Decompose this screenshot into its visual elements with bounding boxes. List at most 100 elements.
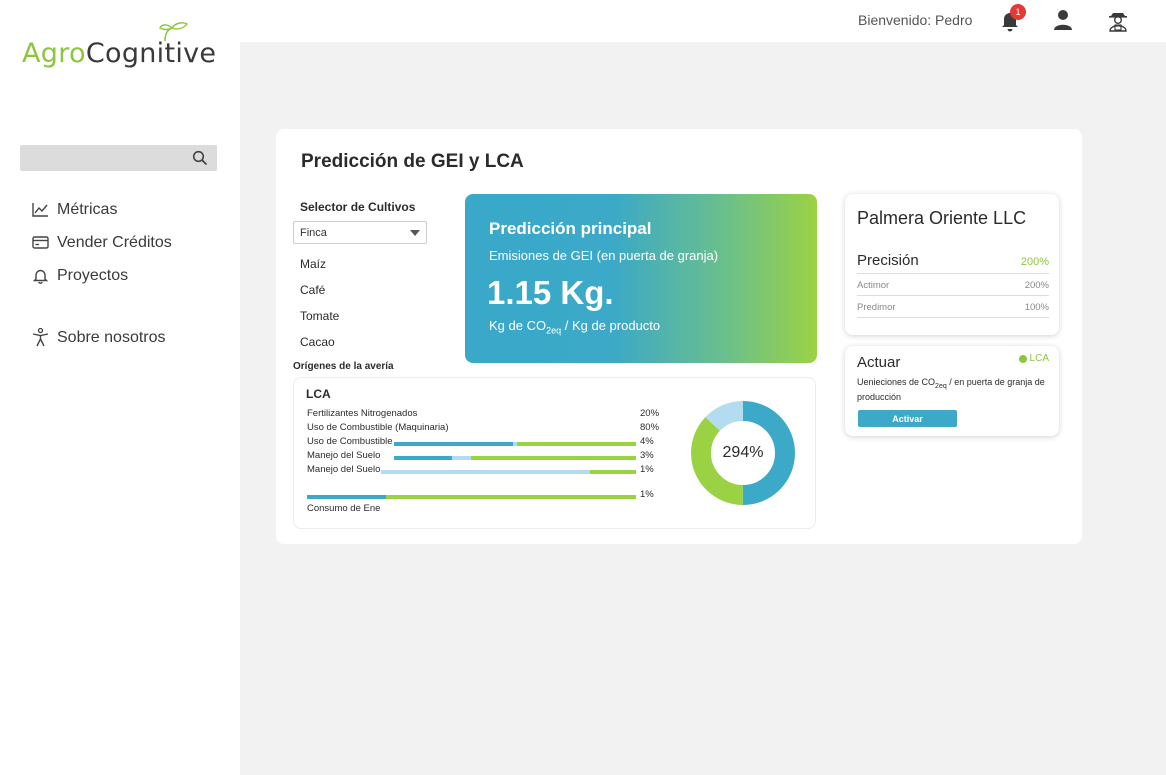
prediction-unit-prefix: Kg de CO	[489, 318, 547, 333]
crop-option[interactable]: Maíz	[300, 257, 326, 271]
farmer-avatar-icon[interactable]	[1106, 8, 1130, 32]
lca-row: Manejo del Suelo 1%	[307, 464, 659, 476]
lca-row-name: Fertilizantes Nitrogenados	[307, 408, 418, 419]
lca-row-name: Uso de Combustible	[307, 436, 393, 447]
lca-bar-segment	[307, 495, 386, 499]
crop-option[interactable]: Cacao	[300, 335, 335, 349]
prediction-unit-suffix: / Kg de producto	[561, 318, 661, 333]
lca-row-bar	[394, 456, 636, 460]
lca-row: Uso de Combustible (Maquinaria) 80%	[307, 422, 659, 434]
lca-row-pct: 1%	[640, 464, 654, 475]
lca-bar-segment	[385, 495, 636, 499]
crop-option[interactable]: Café	[300, 283, 325, 297]
origins-label: Orígenes de la avería	[293, 361, 394, 372]
lca-row-pct: 4%	[640, 436, 654, 447]
accessibility-icon	[32, 328, 49, 347]
precision-value: 200%	[1020, 256, 1049, 268]
prediction-card: Predicción de GEI y LCA Selector de Cult…	[276, 129, 1082, 544]
activate-button[interactable]: Activar	[858, 410, 957, 427]
precision-row: Precisión 200%	[857, 251, 1049, 274]
lca-bar-segment	[394, 442, 513, 446]
donut-center-label: 294%	[722, 444, 764, 461]
crop-select-value: Finca	[300, 227, 327, 239]
brand-name-part2: Cognitive	[85, 38, 217, 69]
precision-detail-row: Actimor 200%	[857, 278, 1049, 296]
leaf-dot-icon	[1018, 354, 1027, 363]
lca-bar-segment	[452, 456, 472, 460]
search-input[interactable]	[20, 145, 217, 171]
lca-bar-segment	[590, 470, 636, 474]
prediction-unit: Kg de CO2eq / Kg de producto	[489, 318, 660, 336]
prediction-heading: Predicción principal	[489, 219, 652, 238]
lca-row-name: Manejo del Suelo	[307, 450, 381, 461]
sidebar-nav: Métricas Vender Créditos Proyectos Sobre…	[32, 193, 172, 347]
search-icon[interactable]	[192, 150, 208, 166]
crop-option[interactable]: Tomate	[300, 309, 339, 323]
prediction-value: 1.15 Kg.	[487, 274, 614, 311]
lca-row-bar	[394, 442, 636, 446]
lca-row-bar	[381, 470, 636, 474]
sidebar-item-label: Métricas	[57, 200, 118, 218]
lca-row-pct: 1%	[640, 489, 654, 500]
top-header: Bienvenido: Pedro 1	[240, 0, 1166, 42]
main-prediction-panel: Predicción principal Emisiones de GEI (e…	[465, 194, 817, 363]
precision-detail-label: Actimor	[857, 280, 890, 291]
lca-row-pct: 80%	[640, 422, 660, 433]
bell-outline-icon	[32, 267, 49, 284]
crop-selector-label: Selector de Cultivos	[300, 200, 416, 214]
lca-row-name: Manejo del Suelo	[307, 464, 381, 475]
lca-bar-segment	[381, 470, 591, 474]
precision-detail-value: 100%	[1024, 302, 1049, 313]
precision-label: Precisión	[857, 252, 919, 269]
action-desc-prefix: Uenieciones de CO	[857, 377, 936, 387]
lca-row: Uso de Combustible 4%	[307, 436, 659, 448]
brand-name-part1: Agro	[22, 38, 86, 69]
user-icon[interactable]	[1053, 9, 1073, 31]
lca-bar-segment	[517, 442, 636, 446]
company-name: Palmera Oriente LLC	[857, 208, 1027, 228]
action-card: Actuar LCA Uenieciones de CO2eq / en pue…	[845, 346, 1059, 436]
lca-bar-segment	[471, 456, 636, 460]
lca-row: 1%	[307, 489, 659, 501]
company-card: Palmera Oriente LLC Precisión 200% Actim…	[845, 194, 1059, 335]
crop-select[interactable]: Finca	[293, 221, 427, 244]
page-title: Predicción de GEI y LCA	[301, 151, 524, 172]
lca-tag: LCA	[1018, 353, 1049, 364]
lca-row-name: Uso de Combustible (Maquinaria)	[307, 422, 449, 433]
precision-detail-row: Predimor 100%	[857, 300, 1049, 318]
sidebar-item-vender-creditos[interactable]: Vender Créditos	[32, 226, 172, 259]
lca-bar-segment	[394, 456, 453, 460]
sidebar: AgroCognitive Métricas Vender Créditos P…	[0, 0, 240, 775]
lca-breakdown-panel: LCA Fertilizantes Nitrogenados 20% Uso de …	[293, 377, 816, 529]
main-area: Predicción de GEI y LCA Selector de Cult…	[240, 42, 1166, 775]
welcome-text: Bienvenido: Pedro	[858, 12, 973, 28]
action-desc-sub: 2eq	[935, 382, 947, 390]
notification-badge: 1	[1010, 4, 1026, 20]
sidebar-item-label: Proyectos	[57, 266, 129, 284]
credit-card-icon	[32, 234, 49, 251]
prediction-unit-sub: 2eq	[546, 325, 562, 336]
brand-name: AgroCognitive	[22, 38, 216, 69]
action-description: Uenieciones de CO2eq / en puerta de gran…	[857, 377, 1052, 403]
lca-title: LCA	[306, 387, 331, 401]
precision-detail-label: Predimor	[857, 302, 896, 313]
prediction-subtitle: Emisiones de GEI (en puerta de granja)	[489, 248, 719, 263]
lca-extra-label: Consumo de Ene	[307, 503, 381, 514]
lca-row-pct: 3%	[640, 450, 654, 461]
precision-detail-value: 200%	[1024, 280, 1049, 291]
lca-tag-label: LCA	[1029, 353, 1049, 364]
lca-row: Fertilizantes Nitrogenados 20%	[307, 408, 659, 420]
caret-down-icon	[410, 230, 420, 236]
app-root: AgroCognitive Métricas Vender Créditos P…	[0, 0, 1166, 775]
chart-line-icon	[32, 201, 49, 218]
sidebar-item-metricas[interactable]: Métricas	[32, 193, 172, 226]
logo[interactable]: AgroCognitive	[22, 22, 222, 72]
sidebar-item-sobre-nosotros[interactable]: Sobre nosotros	[32, 321, 166, 354]
sidebar-item-label: Sobre nosotros	[57, 328, 166, 346]
lca-row-pct: 20%	[640, 408, 660, 419]
lca-row: Manejo del Suelo 3%	[307, 450, 659, 462]
sidebar-item-proyectos[interactable]: Proyectos	[32, 259, 172, 292]
action-title: Actuar	[857, 354, 901, 371]
sidebar-item-label: Vender Créditos	[57, 233, 172, 251]
notifications-button[interactable]: 1	[1000, 4, 1026, 32]
